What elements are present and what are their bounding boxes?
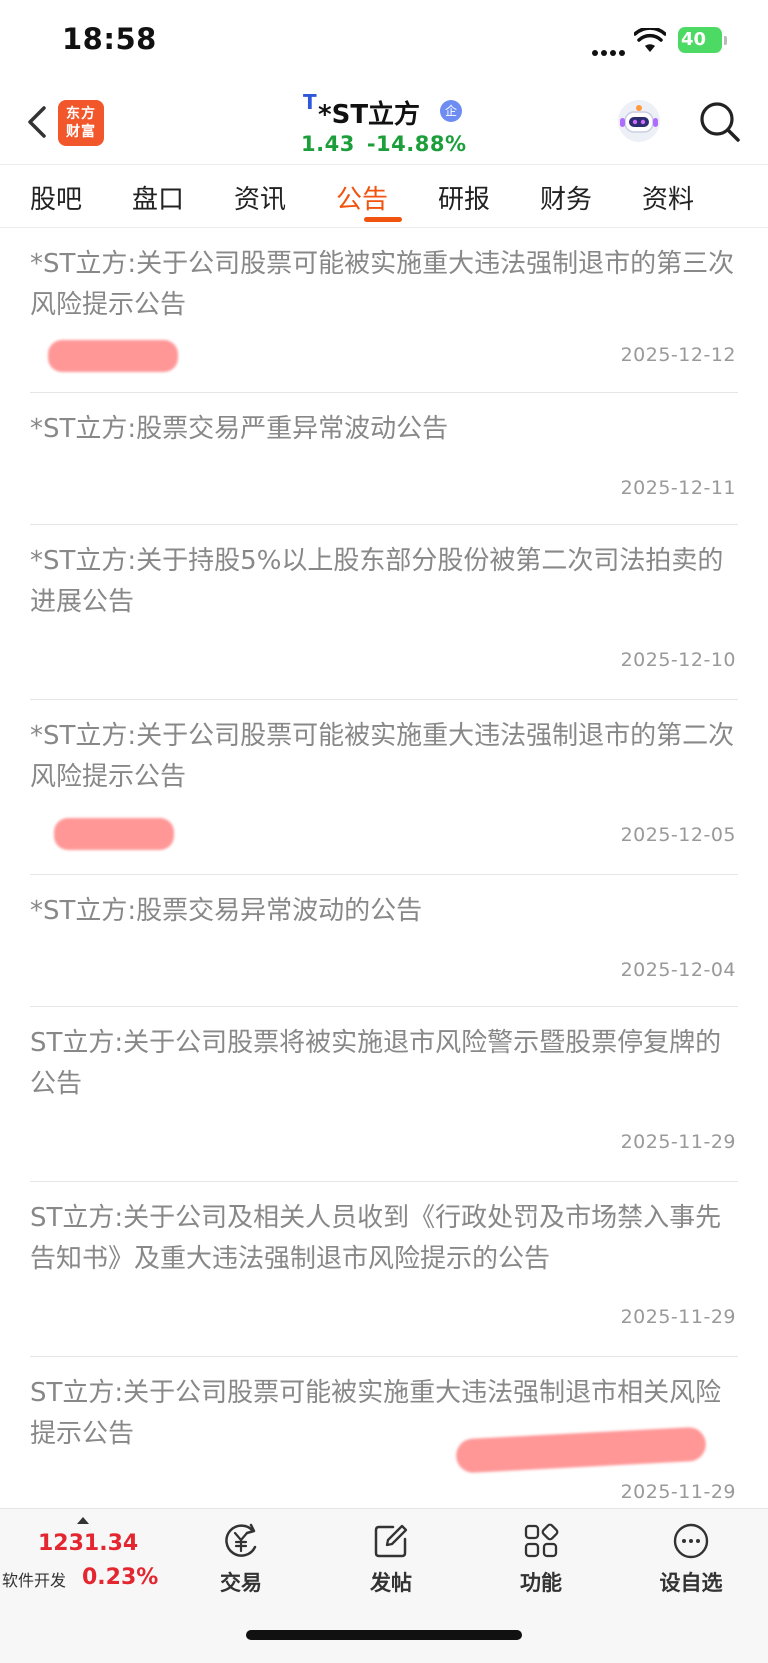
grid-icon (524, 1523, 559, 1558)
expand-up-icon (77, 1517, 89, 1524)
logo-line-1: 东方 (66, 106, 96, 122)
list-item[interactable]: ST立方:关于公司股票将被实施退市风险警示暨股票停复牌的公告 2025-11-2… (30, 1007, 738, 1182)
announcement-title: *ST立方:关于公司股票可能被实施重大违法强制退市的第二次风险提示公告 (30, 721, 735, 792)
announcement-date: 2025-12-11 (620, 477, 736, 499)
more-dots-icon (673, 1523, 709, 1559)
search-icon[interactable] (698, 100, 742, 144)
announcement-date: 2025-11-29 (620, 1131, 736, 1153)
tab-pankou[interactable]: 盘口 (132, 179, 184, 216)
trading-tag: T (303, 90, 317, 114)
announcement-date: 2025-11-29 (620, 1481, 736, 1503)
wifi-icon (634, 28, 666, 52)
list-item[interactable]: *ST立方:关于持股5%以上股东部分股份被第二次司法拍卖的进展公告 2025-1… (30, 525, 738, 700)
stock-title-block[interactable]: T *ST立方 企 1.43 -14.88% (284, 88, 484, 156)
enterprise-badge-icon: 企 (440, 100, 462, 122)
list-item[interactable]: *ST立方:关于公司股票可能被实施重大违法强制退市的第三次风险提示公告 2025… (30, 228, 738, 393)
app-logo[interactable]: 东方 财富 (58, 100, 104, 146)
announcement-title: ST立方:关于公司股票将被实施退市风险警示暨股票停复牌的公告 (30, 1028, 722, 1099)
tab-profile[interactable]: 资料 (642, 179, 694, 216)
announcement-date: 2025-12-10 (620, 649, 736, 671)
list-item[interactable]: *ST立方:股票交易异常波动的公告 2025-12-04 (30, 875, 738, 1007)
cellular-signal-icon (592, 41, 628, 60)
announcement-date: 2025-12-04 (620, 959, 736, 981)
tab-announcements[interactable]: 公告 (336, 179, 388, 216)
announcement-date: 2025-12-12 (620, 344, 736, 366)
nav-watchlist-label: 设自选 (659, 1571, 723, 1595)
home-indicator[interactable] (246, 1630, 522, 1640)
announcement-date: 2025-11-29 (620, 1306, 736, 1328)
redaction-scribble (54, 818, 174, 850)
announcement-title: *ST立方:关于公司股票可能被实施重大违法强制退市的第三次风险提示公告 (30, 249, 735, 320)
stock-header: 东方 财富 T *ST立方 企 1.43 -14.88% (0, 84, 768, 164)
sector-name: 软件开发 (2, 1571, 67, 1590)
tab-bar: 股吧 盘口 资讯 公告 研报 财务 资料 (0, 164, 768, 228)
back-arrow-icon[interactable] (22, 102, 52, 142)
announcement-date: 2025-12-05 (620, 824, 736, 846)
list-item[interactable]: *ST立方:关于公司股票可能被实施重大违法强制退市的第二次风险提示公告 2025… (30, 700, 738, 875)
logo-line-2: 财富 (66, 124, 96, 140)
redaction-scribble (48, 340, 178, 372)
announcement-title: *ST立方:股票交易严重异常波动公告 (30, 414, 449, 444)
nav-post-label: 发帖 (370, 1571, 412, 1595)
list-item[interactable]: ST立方:关于公司股票可能被实施重大违法强制退市相关风险提示公告 2025-11… (30, 1357, 738, 1532)
tab-finance[interactable]: 财务 (540, 179, 592, 216)
nav-post-button[interactable]: 发帖 (341, 1521, 441, 1597)
nav-watchlist-button[interactable]: 设自选 (641, 1521, 741, 1597)
nav-function-label: 功能 (520, 1571, 562, 1595)
list-item[interactable]: *ST立方:股票交易严重异常波动公告 2025-12-11 (30, 393, 738, 525)
nav-trade-button[interactable]: 交易 (191, 1521, 291, 1597)
nav-function-button[interactable]: 功能 (491, 1521, 591, 1597)
compose-icon (374, 1524, 408, 1558)
nav-trade-label: 交易 (220, 1571, 262, 1595)
tab-research[interactable]: 研报 (438, 179, 490, 216)
tab-guba[interactable]: 股吧 (30, 179, 82, 216)
tab-news[interactable]: 资讯 (234, 179, 286, 216)
sector-index-value: 1231.34 (38, 1531, 139, 1556)
stock-change: -14.88% (366, 132, 467, 156)
sector-index-change: 0.23% (82, 1565, 159, 1590)
announcement-title: ST立方:关于公司及相关人员收到《行政处罚及市场禁入事先告知书》及重大违法强制退… (30, 1203, 722, 1274)
announcement-title: *ST立方:关于持股5%以上股东部分股份被第二次司法拍卖的进展公告 (30, 546, 724, 617)
trade-yen-icon (225, 1523, 257, 1557)
price-line: 1.43 -14.88% (301, 132, 467, 156)
status-time: 18:58 (62, 22, 157, 56)
stock-name: *ST立方 (318, 100, 421, 130)
stock-price: 1.43 (301, 132, 355, 156)
list-item[interactable]: ST立方:关于公司及相关人员收到《行政处罚及市场禁入事先告知书》及重大违法强制退… (30, 1182, 738, 1357)
status-bar: 18:58 40 (0, 0, 768, 84)
active-tab-indicator (364, 217, 402, 222)
battery-indicator: 40 (678, 27, 727, 53)
assistant-robot-icon[interactable] (616, 98, 662, 144)
sector-index-widget[interactable]: 1231.34 软件开发 0.23% (0, 1509, 160, 1599)
announcement-title: *ST立方:股票交易异常波动的公告 (30, 896, 423, 926)
